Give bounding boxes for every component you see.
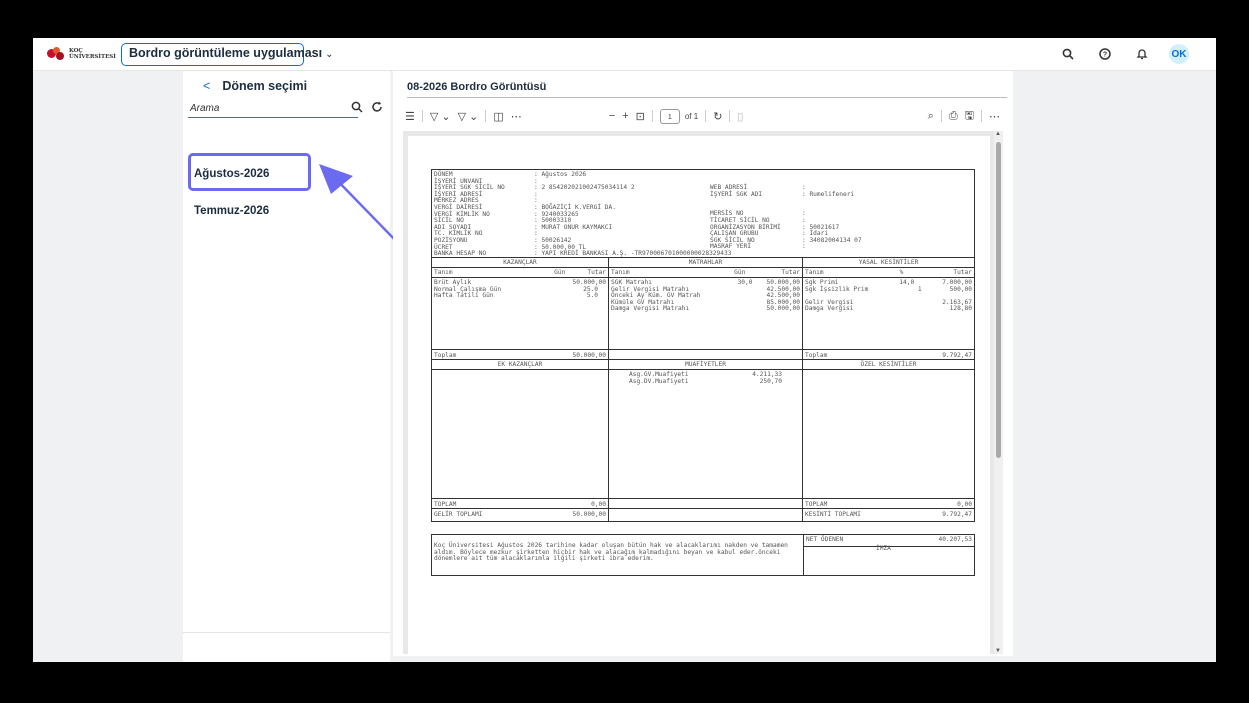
refresh-icon[interactable]	[371, 101, 383, 116]
search-icon[interactable]	[1058, 44, 1078, 64]
scrollbar-thumb[interactable]	[996, 142, 1001, 458]
payslip-panel: 08-2026 Bordro Görüntüsü ☰ ▽ ⌄ ▽ ⌄ ◫ ⋯ −…	[393, 71, 1013, 656]
print-icon[interactable]: ⎙	[949, 110, 958, 123]
settings-more-icon[interactable]: ⋯	[989, 110, 1000, 123]
zoom-in-icon[interactable]: +	[622, 110, 628, 122]
highlight-icon[interactable]: ▽ ⌄	[430, 110, 451, 123]
page-title: 08-2026 Bordro Görüntüsü	[407, 81, 547, 93]
net-label: NET ÖDENEN	[806, 536, 844, 543]
zoom-out-icon[interactable]: −	[609, 110, 615, 122]
exemptions-title: MUAFİYETLER	[609, 360, 802, 370]
bases-section: MATRAHLAR Tanım Gün Tutar SGK Matrahı 30,0 5…	[609, 258, 803, 521]
outline-icon[interactable]: ☰	[405, 110, 415, 123]
bases-title: MATRAHLAR	[609, 258, 802, 268]
pdf-toolbar: ☰ ▽ ⌄ ▽ ⌄ ◫ ⋯ − + ⊡ 1 of 1 ↻ ▯ ⌕ ⎙ 🖫 ⋯	[405, 105, 1007, 127]
page-view-icon[interactable]: ▯	[737, 110, 743, 123]
fit-page-icon[interactable]: ⊡	[636, 110, 645, 123]
signature-label: İMZA	[876, 545, 891, 552]
table-row: Hafta Tatili Gün 5.0	[434, 292, 598, 300]
header-field: MASRAF YERİ:	[710, 243, 806, 251]
selection-highlight	[188, 153, 311, 191]
period-list-panel: < Dönem seçimi Arama Ağustos-2026 Temmuz-…	[183, 71, 390, 662]
save-icon[interactable]: 🖫	[965, 107, 974, 126]
help-icon[interactable]: ?	[1095, 44, 1115, 64]
net-pay-box: NET ÖDENEN 40.207,53 İMZA	[803, 534, 975, 576]
pdf-page: DÖNEM: Ağustos 2026 İŞYERİ UNVANI: İŞYERİ …	[408, 136, 990, 654]
search-input[interactable]: Arama	[188, 102, 358, 118]
list-item-period[interactable]: Temmuz-2026	[194, 205, 269, 217]
pdf-viewer[interactable]: DÖNEM: Ağustos 2026 İŞYERİ UNVANI: İŞYERİ …	[403, 131, 1003, 654]
table-row: Damga Vergisi 128,80	[805, 305, 972, 313]
table-row: Sgk İşsizlik Prim 1 500,00	[805, 285, 972, 293]
payslip-header: DÖNEM: Ağustos 2026 İŞYERİ UNVANI: İŞYERİ …	[432, 170, 974, 258]
find-icon[interactable]: ⌕	[928, 110, 934, 123]
payslip-document: DÖNEM: Ağustos 2026 İŞYERİ UNVANI: İŞYERİ …	[431, 169, 975, 576]
panel-header: < Dönem seçimi	[203, 79, 307, 93]
table-row: Damga Vergisi Matrahı 50.000,00	[611, 305, 800, 313]
chevron-down-icon: ⌄	[325, 49, 334, 60]
gross-value: 50.000,00	[572, 511, 606, 518]
deductions-title: YASAL KESİNTİLER	[803, 258, 974, 268]
svg-text:?: ?	[1103, 52, 1107, 59]
back-arrow-icon[interactable]: <	[203, 79, 210, 93]
deduction-total-label: KESİNTİ TOPLAMI	[805, 511, 861, 518]
logo-mark-icon	[47, 47, 65, 61]
read-aloud-icon[interactable]: ◫	[493, 110, 503, 123]
app-title-menu[interactable]: Bordro görüntüleme uygulaması ⌄	[121, 43, 333, 66]
page-number-input[interactable]: 1	[659, 108, 680, 124]
app-frame: KOÇ ÜNİVERSİTESİ Bordro görüntüleme uygu…	[33, 38, 1216, 662]
user-avatar[interactable]: OK	[1169, 44, 1189, 64]
gross-label: GELİR TOPLAMI	[434, 511, 483, 518]
release-statement: Koç Üniversitesi Ağustos 2026 tarihine k…	[431, 534, 803, 576]
shell-bar: KOÇ ÜNİVERSİTESİ Bordro görüntüleme uygu…	[33, 38, 1216, 71]
bell-icon[interactable]	[1132, 44, 1152, 64]
special-deductions-title: ÖZEL KESİNTİLER	[803, 360, 974, 370]
vertical-scrollbar[interactable]: ▲ ▼	[994, 131, 1003, 654]
deduction-total-value: 9.792,47	[942, 511, 972, 518]
extra-earnings-title: EK KAZANÇLAR	[432, 360, 608, 370]
header-field: İŞYERİ SGK ADI: Rumelifeneri	[710, 190, 855, 198]
page-total: of 1	[684, 111, 699, 121]
app-title: Bordro görüntüleme uygulaması	[129, 46, 323, 60]
koc-logo[interactable]: KOÇ ÜNİVERSİTESİ	[47, 47, 116, 61]
header-field: BANKA HESAP NO: YAPI KREDİ BANKASI A.Ş. …	[434, 250, 732, 258]
earnings-section: KAZANÇLAR Tanım Gün Tutar Brüt Aylık 50.000…	[432, 258, 609, 521]
panel-title: Dönem seçimi	[222, 79, 308, 93]
more-icon[interactable]: ⋯	[511, 110, 522, 123]
title-divider	[407, 97, 1007, 98]
rotate-icon[interactable]: ↻	[713, 110, 722, 123]
table-row: Asg.DV.Muafiyeti 250,70	[629, 377, 782, 385]
logo-text-line2: ÜNİVERSİTESİ	[69, 54, 116, 60]
search-icon[interactable]	[351, 101, 363, 116]
draw-icon[interactable]: ▽ ⌄	[458, 110, 479, 123]
net-value: 40.207,53	[938, 536, 972, 543]
panel-footer	[183, 632, 390, 662]
earnings-title: KAZANÇLAR	[432, 258, 608, 268]
deductions-section: YASAL KESİNTİLER Tanım% Tutar Sgk Primi 14…	[803, 258, 974, 521]
